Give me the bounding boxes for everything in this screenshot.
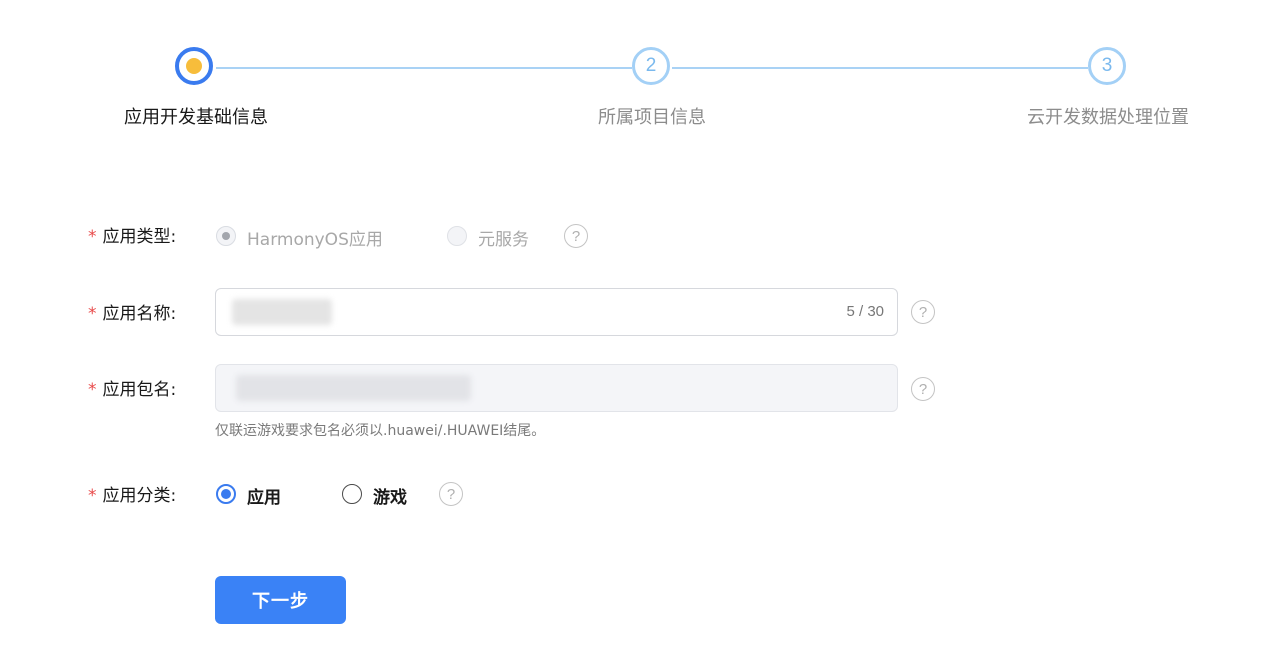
app-category-label: * 应用分类: [88,481,176,506]
app-name-value-redacted [232,299,332,325]
required-mark: * [88,486,97,506]
step-2-label: 所属项目信息 [598,107,706,128]
radio-checked-dot [221,489,231,499]
app-name-input[interactable]: 5 / 30 [215,288,898,336]
step-1-indicator [175,47,213,85]
create-app-page: 2 3 应用开发基础信息 所属项目信息 云开发数据处理位置 * 应用类型: Har… [0,0,1280,661]
radio-checked-dot [222,232,230,240]
step-1-label: 应用开发基础信息 [124,107,268,128]
app-name-char-counter: 5 / 30 [846,303,884,320]
package-name-value-redacted [236,375,471,401]
required-mark: * [88,304,97,324]
next-step-button[interactable]: 下一步 [215,576,346,624]
app-type-atomic-service-option-label[interactable]: 元服务 [478,225,529,250]
app-type-label-text: 应用类型: [102,227,177,247]
step-connector-1-2 [216,67,632,69]
category-app-radio[interactable] [216,484,236,504]
app-type-atomic-service-radio[interactable] [447,226,467,246]
package-name-label-text: 应用包名: [102,380,177,400]
app-type-harmonyos-option-label[interactable]: HarmonyOS应用 [247,225,383,250]
app-name-help-icon[interactable]: ? [911,300,935,324]
app-type-harmonyos-radio[interactable] [216,226,236,246]
step-1-current-dot [186,58,202,74]
package-name-hint: 仅联运游戏要求包名必须以.huawei/.HUAWEI结尾。 [215,423,546,439]
app-category-help-icon[interactable]: ? [439,482,463,506]
app-name-label-text: 应用名称: [102,304,177,324]
app-type-label: * 应用类型: [88,222,176,247]
step-connector-2-3 [672,67,1088,69]
app-name-label: * 应用名称: [88,299,176,324]
step-3-indicator: 3 [1088,47,1126,85]
step-3-label: 云开发数据处理位置 [1027,107,1189,128]
category-game-radio[interactable] [342,484,362,504]
package-name-help-icon[interactable]: ? [911,377,935,401]
category-game-option-label[interactable]: 游戏 [373,483,407,508]
app-category-label-text: 应用分类: [102,486,177,506]
step-2-indicator: 2 [632,47,670,85]
package-name-input [215,364,898,412]
category-app-option-label[interactable]: 应用 [247,483,281,508]
required-mark: * [88,380,97,400]
required-mark: * [88,227,97,247]
package-name-label: * 应用包名: [88,375,176,400]
app-type-help-icon[interactable]: ? [564,224,588,248]
